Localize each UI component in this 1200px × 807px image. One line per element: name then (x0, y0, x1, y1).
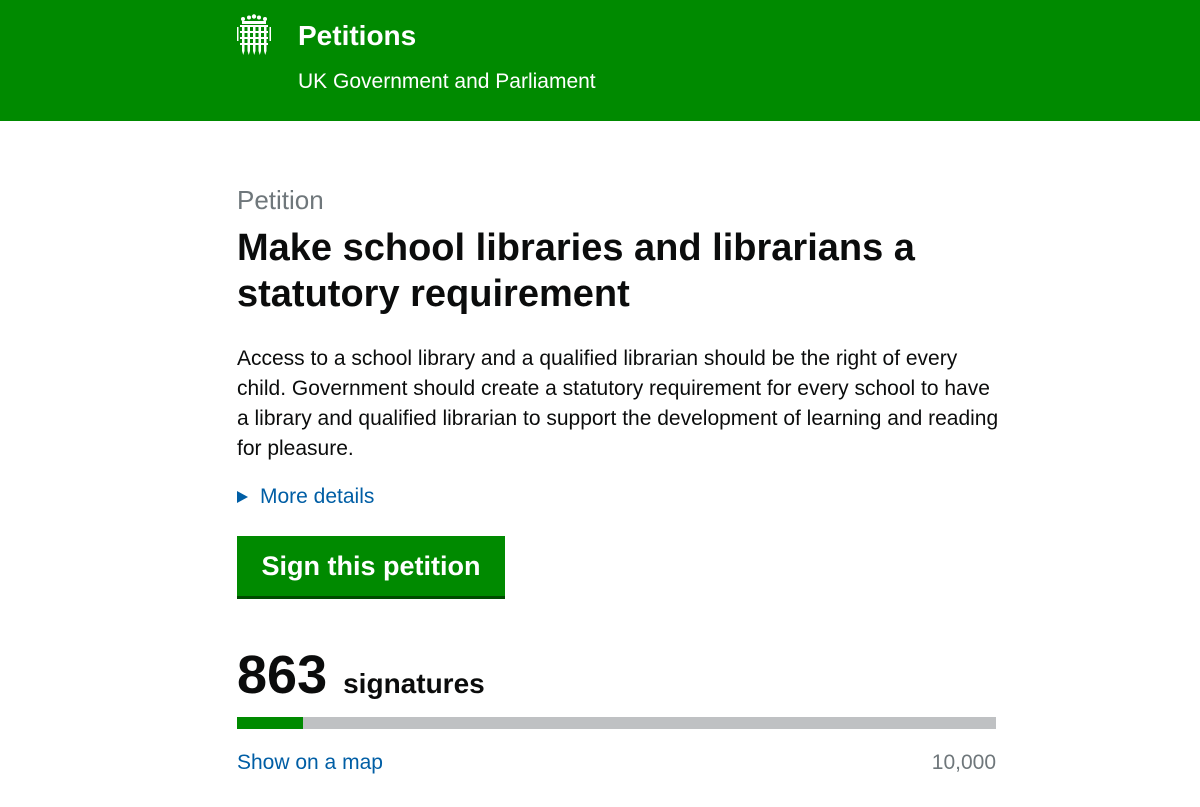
more-details-toggle[interactable]: More details (237, 483, 374, 511)
portcullis-icon[interactable] (236, 14, 272, 56)
petition-summary: Access to a school library and a qualifi… (237, 347, 999, 460)
petition-title: Make school libraries and librarians a s… (237, 227, 915, 315)
signature-target: 10,000 (931, 751, 996, 774)
sign-petition-button[interactable]: Sign this petition (237, 536, 505, 599)
petition-kicker: Petition (237, 185, 324, 215)
signature-count: 863 (237, 645, 328, 705)
more-details-label: More details (260, 485, 375, 508)
signature-count-row: 863 signatures (237, 644, 485, 706)
site-header: Petitions UK Government and Parliament (0, 0, 1200, 121)
disclosure-triangle-icon (237, 491, 248, 503)
site-subtitle: UK Government and Parliament (298, 70, 596, 93)
signature-progress-bar (237, 717, 996, 729)
show-on-map-link[interactable]: Show on a map (237, 749, 383, 777)
signature-progress-fill (237, 717, 303, 729)
site-title[interactable]: Petitions (298, 19, 416, 53)
signature-label: signatures (343, 668, 485, 699)
